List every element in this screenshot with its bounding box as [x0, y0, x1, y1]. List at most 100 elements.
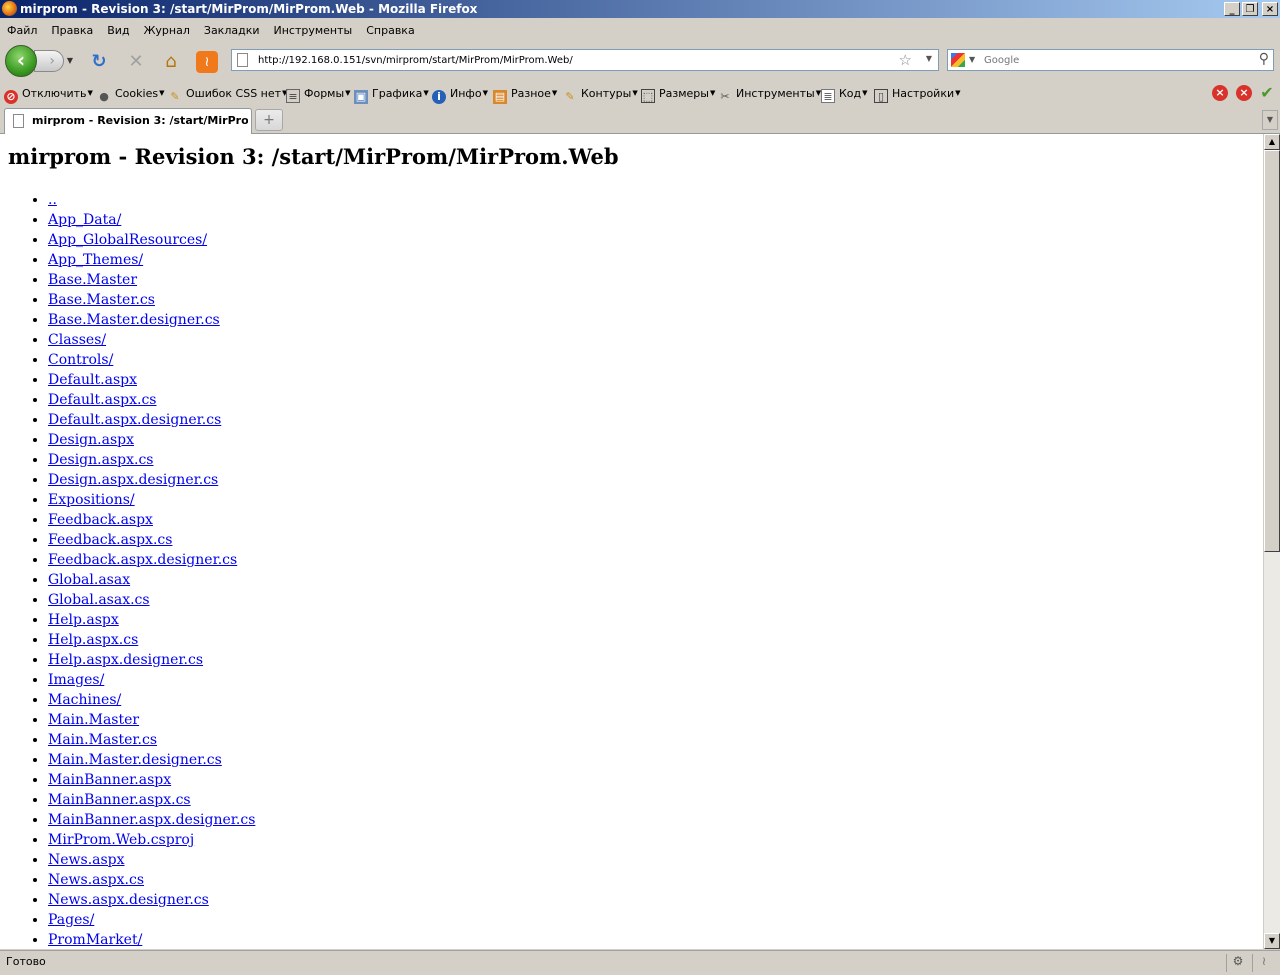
file-link[interactable]: App_GlobalResources/	[48, 232, 207, 248]
file-link[interactable]: MainBanner.aspx.cs	[48, 792, 191, 808]
list-item: Base.Master.designer.cs	[48, 310, 255, 330]
vertical-scrollbar[interactable]: ▲ ▼	[1263, 134, 1280, 949]
file-link[interactable]: Expositions/	[48, 492, 135, 508]
validation-ok-icon[interactable]: ✔	[1259, 85, 1275, 101]
new-tab-button[interactable]: +	[255, 109, 283, 131]
list-item: MainBanner.aspx.cs	[48, 790, 255, 810]
menu-file[interactable]: Файл	[0, 20, 44, 42]
dev-misc-menu[interactable]: ▤ Разное▼	[493, 85, 557, 104]
file-link[interactable]: Design.aspx.cs	[48, 452, 153, 468]
file-link[interactable]: Default.aspx.cs	[48, 392, 156, 408]
back-button[interactable]: ‹	[5, 45, 37, 77]
file-link[interactable]: MainBanner.aspx	[48, 772, 171, 788]
stop-icon[interactable]: ✕	[125, 51, 147, 73]
menu-help[interactable]: Справка	[359, 20, 421, 42]
css-error-icon[interactable]: ×	[1236, 85, 1252, 101]
file-link[interactable]: Feedback.aspx.cs	[48, 532, 172, 548]
file-link[interactable]: MainBanner.aspx.designer.cs	[48, 812, 255, 828]
dev-source-menu[interactable]: ≣ Код▼	[821, 85, 868, 103]
file-link[interactable]: News.aspx.designer.cs	[48, 892, 209, 908]
dev-tools-label: Инструменты	[736, 87, 815, 100]
menu-bookmarks[interactable]: Закладки	[197, 20, 267, 42]
dev-css-menu[interactable]: ✎ Ошибок CSS нет▼	[168, 85, 287, 103]
js-error-icon[interactable]: ×	[1212, 85, 1228, 101]
scroll-down-icon[interactable]: ▼	[1264, 933, 1280, 949]
menu-history[interactable]: Журнал	[137, 20, 197, 42]
google-engine-icon[interactable]	[951, 53, 965, 67]
search-icon[interactable]: ⚲	[1259, 51, 1269, 67]
dev-outline-menu[interactable]: ✎ Контуры▼	[563, 85, 637, 103]
tab-active[interactable]: mirprom - Revision 3: /start/MirProm/Mir…	[4, 108, 252, 134]
file-link[interactable]: Main.Master.designer.cs	[48, 752, 222, 768]
rss-feed-icon[interactable]: ≀	[196, 51, 218, 73]
file-link[interactable]: Default.aspx.designer.cs	[48, 412, 221, 428]
dev-resize-menu[interactable]: ⬚ Размеры▼	[641, 85, 715, 103]
page-icon	[13, 114, 24, 128]
list-item: Machines/	[48, 690, 255, 710]
file-link[interactable]: Pages/	[48, 912, 94, 928]
file-link[interactable]: Main.Master.cs	[48, 732, 157, 748]
tools-icon: ✂	[720, 90, 730, 103]
dev-cookies-menu[interactable]: ● Cookies▼	[97, 85, 164, 103]
feed-status-icon[interactable]: ≀	[1252, 954, 1275, 972]
file-link[interactable]: Help.aspx.designer.cs	[48, 652, 203, 668]
minimize-button[interactable]: _	[1224, 2, 1240, 16]
options-icon: ▯	[874, 89, 888, 103]
file-link[interactable]: Classes/	[48, 332, 106, 348]
file-link[interactable]: News.aspx.cs	[48, 872, 144, 888]
file-link[interactable]: Base.Master.designer.cs	[48, 312, 220, 328]
file-link[interactable]: Base.Master	[48, 272, 137, 288]
dev-forms-menu[interactable]: ≡ Формы▼	[286, 85, 351, 103]
history-dropdown-icon[interactable]: ▼	[64, 54, 76, 68]
file-link[interactable]: Default.aspx	[48, 372, 137, 388]
close-button[interactable]: ×	[1262, 2, 1278, 16]
url-input[interactable]	[258, 52, 878, 68]
scrollbar-thumb[interactable]	[1264, 150, 1280, 552]
search-engine-dropdown-icon[interactable]: ▼	[969, 55, 975, 64]
file-link[interactable]: News.aspx	[48, 852, 125, 868]
file-link[interactable]: MirProm.Web.csproj	[48, 832, 194, 848]
file-link[interactable]: Base.Master.cs	[48, 292, 155, 308]
reload-icon[interactable]: ↻	[88, 51, 110, 73]
file-link[interactable]: Feedback.aspx	[48, 512, 153, 528]
file-link[interactable]: ..	[48, 192, 57, 208]
list-item: Expositions/	[48, 490, 255, 510]
file-link[interactable]: App_Data/	[48, 212, 121, 228]
window-controls: _ ❐ ×	[1224, 2, 1278, 16]
file-link[interactable]: Design.aspx.designer.cs	[48, 472, 218, 488]
home-icon[interactable]: ⌂	[160, 51, 182, 73]
file-link[interactable]: Images/	[48, 672, 104, 688]
dev-images-menu[interactable]: ▣ Графика▼	[354, 85, 429, 104]
file-link[interactable]: Design.aspx	[48, 432, 134, 448]
file-link[interactable]: Machines/	[48, 692, 121, 708]
dev-info-menu[interactable]: i Инфо▼	[432, 85, 488, 104]
tab-list-dropdown-icon[interactable]: ▼	[1262, 110, 1278, 130]
scroll-up-icon[interactable]: ▲	[1264, 134, 1280, 150]
menu-edit[interactable]: Правка	[44, 20, 100, 42]
forward-button[interactable]: ›	[34, 50, 64, 72]
menu-tools[interactable]: Инструменты	[267, 20, 360, 42]
maximize-button[interactable]: ❐	[1242, 2, 1258, 16]
file-link[interactable]: Feedback.aspx.designer.cs	[48, 552, 237, 568]
file-link[interactable]: Controls/	[48, 352, 113, 368]
dev-options-menu[interactable]: ▯ Настройки▼	[874, 85, 961, 103]
dev-tools-menu[interactable]: ✂ Инструменты▼	[718, 85, 821, 103]
addon-status-icon[interactable]: ⚙	[1226, 954, 1249, 972]
bookmark-star-icon[interactable]: ☆	[899, 51, 912, 69]
page-content: mirprom - Revision 3: /start/MirProm/Mir…	[0, 134, 1263, 949]
dev-disable-menu[interactable]: ⊘ Отключить▼	[4, 85, 93, 104]
search-input[interactable]	[984, 52, 1244, 68]
list-item: App_GlobalResources/	[48, 230, 255, 250]
menu-view[interactable]: Вид	[100, 20, 136, 42]
window-title-bar: mirprom - Revision 3: /start/MirProm/Mir…	[0, 0, 1280, 18]
file-link[interactable]: Main.Master	[48, 712, 139, 728]
dev-outline-label: Контуры	[581, 87, 632, 100]
url-dropdown-icon[interactable]: ▼	[926, 54, 932, 63]
file-link[interactable]: Help.aspx.cs	[48, 632, 138, 648]
file-link[interactable]: Global.asax.cs	[48, 592, 150, 608]
file-link[interactable]: PromMarket/	[48, 932, 142, 948]
file-link[interactable]: Global.asax	[48, 572, 130, 588]
file-link[interactable]: Help.aspx	[48, 612, 119, 628]
file-link[interactable]: App_Themes/	[48, 252, 143, 268]
arrow-right-icon: ›	[49, 53, 55, 69]
